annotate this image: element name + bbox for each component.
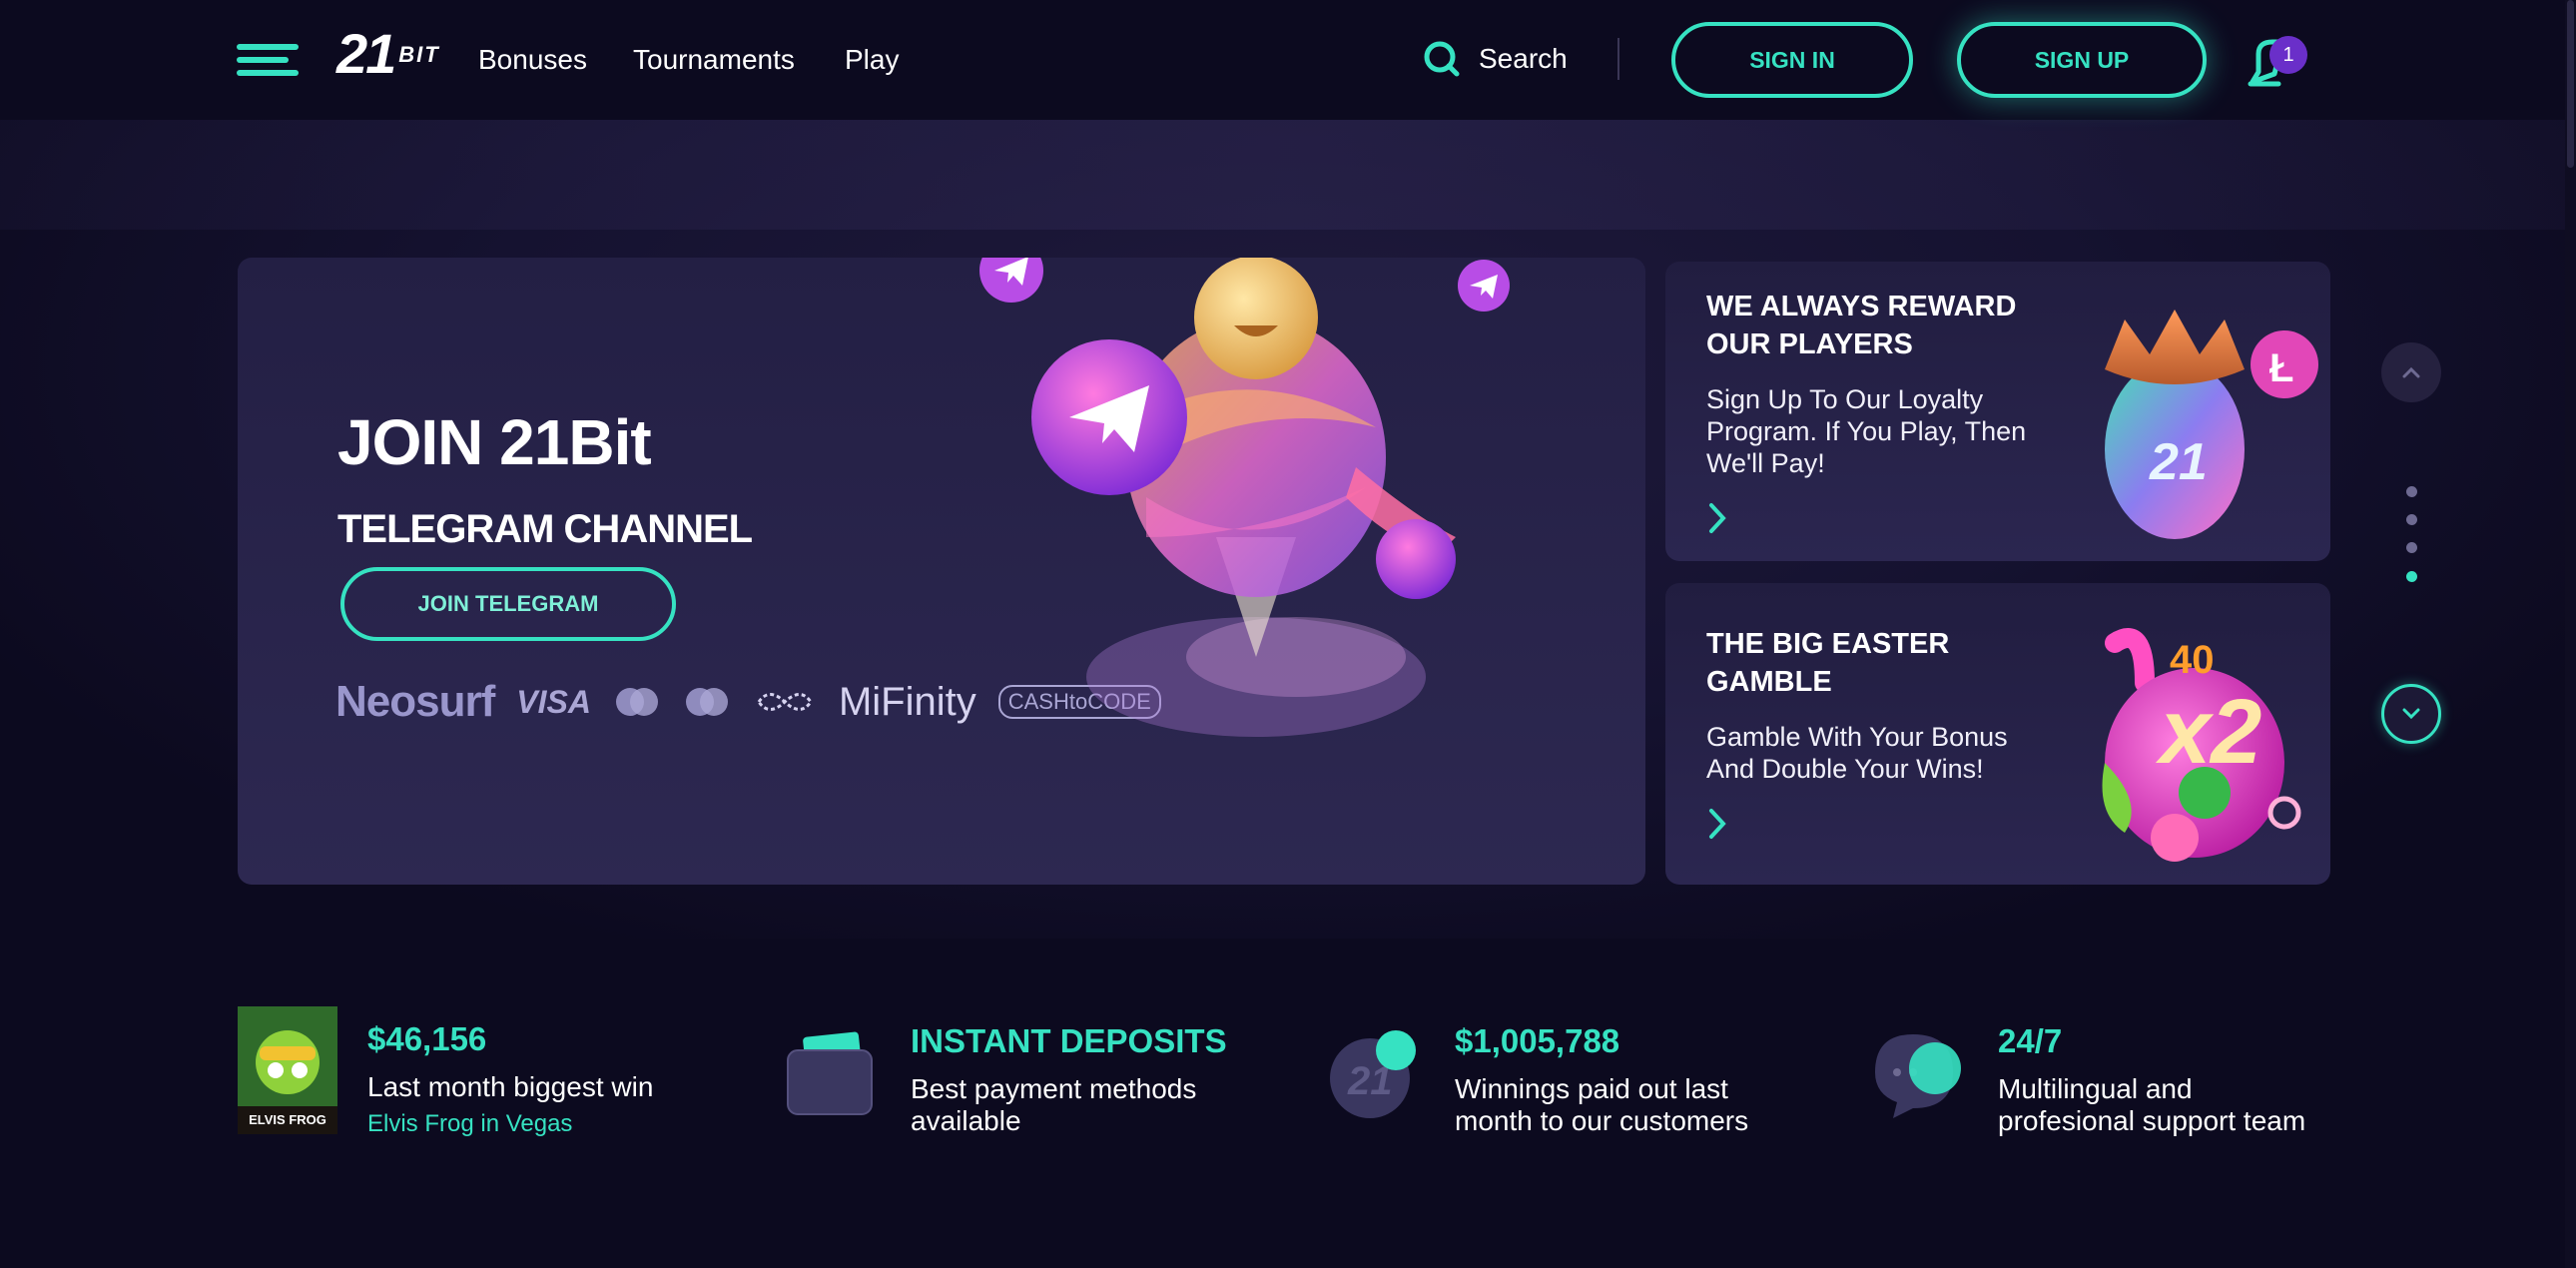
stat-deposits-title: INSTANT DEPOSITS xyxy=(911,1022,1227,1059)
slider-dot-2[interactable] xyxy=(2406,514,2417,525)
sign-in-button[interactable]: SIGN IN xyxy=(1671,22,1913,98)
chat-support-icon xyxy=(1875,1034,1961,1118)
search-button[interactable]: Search xyxy=(1423,40,1568,78)
stat-winnings-line2: month to our customers xyxy=(1455,1105,1749,1136)
header-divider xyxy=(1617,38,1619,80)
neosurf-logo: Neosurf xyxy=(335,677,495,726)
slider-dot-1[interactable] xyxy=(2406,486,2417,497)
promo-desc-line2: And Double Your Wins! xyxy=(1706,754,1984,784)
hero-title: JOIN 21Bit xyxy=(337,406,652,478)
top-header: 21 BIT Bonuses Tournaments Play Search S… xyxy=(0,0,2576,120)
stat-deposits-line1: Best payment methods xyxy=(911,1073,1197,1104)
telegram-coin-icon xyxy=(979,258,1043,303)
promo-card-easter-gamble[interactable]: THE BIG EASTER GAMBLE Gamble With Your B… xyxy=(1665,583,2330,885)
loyalty-coin-crown-illustration: 21 Ł xyxy=(2105,310,2318,539)
visa-logo: VISA xyxy=(516,683,591,720)
logo-text: BIT xyxy=(398,42,440,67)
svg-text:Ł: Ł xyxy=(2269,346,2293,390)
easter-art-40: 40 xyxy=(2170,638,2215,682)
promo-title-line1: THE BIG EASTER xyxy=(1706,628,1950,660)
stat-deposits-line2: available xyxy=(911,1105,1021,1136)
slider-up-button[interactable] xyxy=(2381,342,2441,402)
stat-biggest-win-value: $46,156 xyxy=(367,1020,487,1057)
coin-payout-icon: 21 xyxy=(1330,1030,1416,1118)
stat-support-value: 24/7 xyxy=(1998,1022,2063,1059)
promo-desc-line3: We'll Pay! xyxy=(1706,448,1825,478)
background-banner-strip xyxy=(0,120,2576,230)
search-label: Search xyxy=(1479,43,1568,74)
biggest-win-game-link[interactable]: Elvis Frog in Vegas xyxy=(367,1110,572,1138)
menu-icon[interactable] xyxy=(237,44,299,76)
easter-egg-x2-illustration: 40 x2 xyxy=(2102,628,2301,862)
elvis-frog-game-thumbnail[interactable]: ELVIS FROG xyxy=(238,1006,337,1134)
stat-support-line2: profesional support team xyxy=(1998,1105,2306,1136)
sign-up-button[interactable]: SIGN UP xyxy=(1957,22,2207,98)
logo-number: 21 xyxy=(336,22,396,85)
hero-banner[interactable]: JOIN 21Bit TELEGRAM CHANNEL JOIN TELEGRA… xyxy=(238,258,1645,885)
telegram-coin-small-icon xyxy=(1458,260,1510,312)
chevron-right-icon[interactable] xyxy=(1706,501,1728,535)
search-icon xyxy=(1424,41,1460,77)
promo-title-line2: OUR PLAYERS xyxy=(1706,328,1913,360)
maestro-icon xyxy=(685,688,728,716)
chevron-up-icon xyxy=(2402,366,2420,378)
stat-biggest-win-label: Last month biggest win xyxy=(367,1071,654,1102)
promo-desc-line2: Program. If You Play, Then xyxy=(1706,416,2027,446)
nav-bonuses[interactable]: Bonuses xyxy=(478,42,587,78)
promo-title-line2: GAMBLE xyxy=(1706,666,1832,698)
stat-winnings-line1: Winnings paid out last xyxy=(1455,1073,1728,1104)
promo-card-loyalty[interactable]: WE ALWAYS REWARD OUR PLAYERS Sign Up To … xyxy=(1665,262,2330,561)
site-logo[interactable]: 21 BIT xyxy=(336,26,440,82)
notification-badge: 1 xyxy=(2269,36,2307,74)
nav-tournaments[interactable]: Tournaments xyxy=(633,42,795,78)
chevron-down-icon xyxy=(2402,708,2420,720)
slider-dot-3[interactable] xyxy=(2406,542,2417,553)
mifinity-infinity-icon xyxy=(757,693,813,711)
scrollbar-thumb[interactable] xyxy=(2567,0,2574,168)
promo-desc-line1: Sign Up To Our Loyalty xyxy=(1706,384,1984,414)
nav-play[interactable]: Play xyxy=(845,42,899,78)
svg-text:21: 21 xyxy=(2149,433,2208,491)
slider-down-button[interactable] xyxy=(2381,684,2441,744)
slider-dot-4-active[interactable] xyxy=(2406,571,2417,582)
promo-title-line1: WE ALWAYS REWARD xyxy=(1706,291,2017,322)
page-scrollbar[interactable] xyxy=(2565,0,2576,1268)
wallet-icon xyxy=(787,1031,873,1115)
telegram-mascot-illustration xyxy=(1031,258,1456,737)
chevron-right-icon[interactable] xyxy=(1706,807,1728,841)
thumbnail-caption: ELVIS FROG xyxy=(249,1112,326,1127)
join-telegram-button[interactable]: JOIN TELEGRAM xyxy=(340,567,676,641)
hero-subtitle: TELEGRAM CHANNEL xyxy=(337,507,753,551)
stat-winnings-value: $1,005,788 xyxy=(1455,1022,1620,1059)
promo-desc-line1: Gamble With Your Bonus xyxy=(1706,722,2008,752)
stat-support-line1: Multilingual and xyxy=(1998,1073,2193,1104)
mastercard-icon xyxy=(615,688,658,716)
